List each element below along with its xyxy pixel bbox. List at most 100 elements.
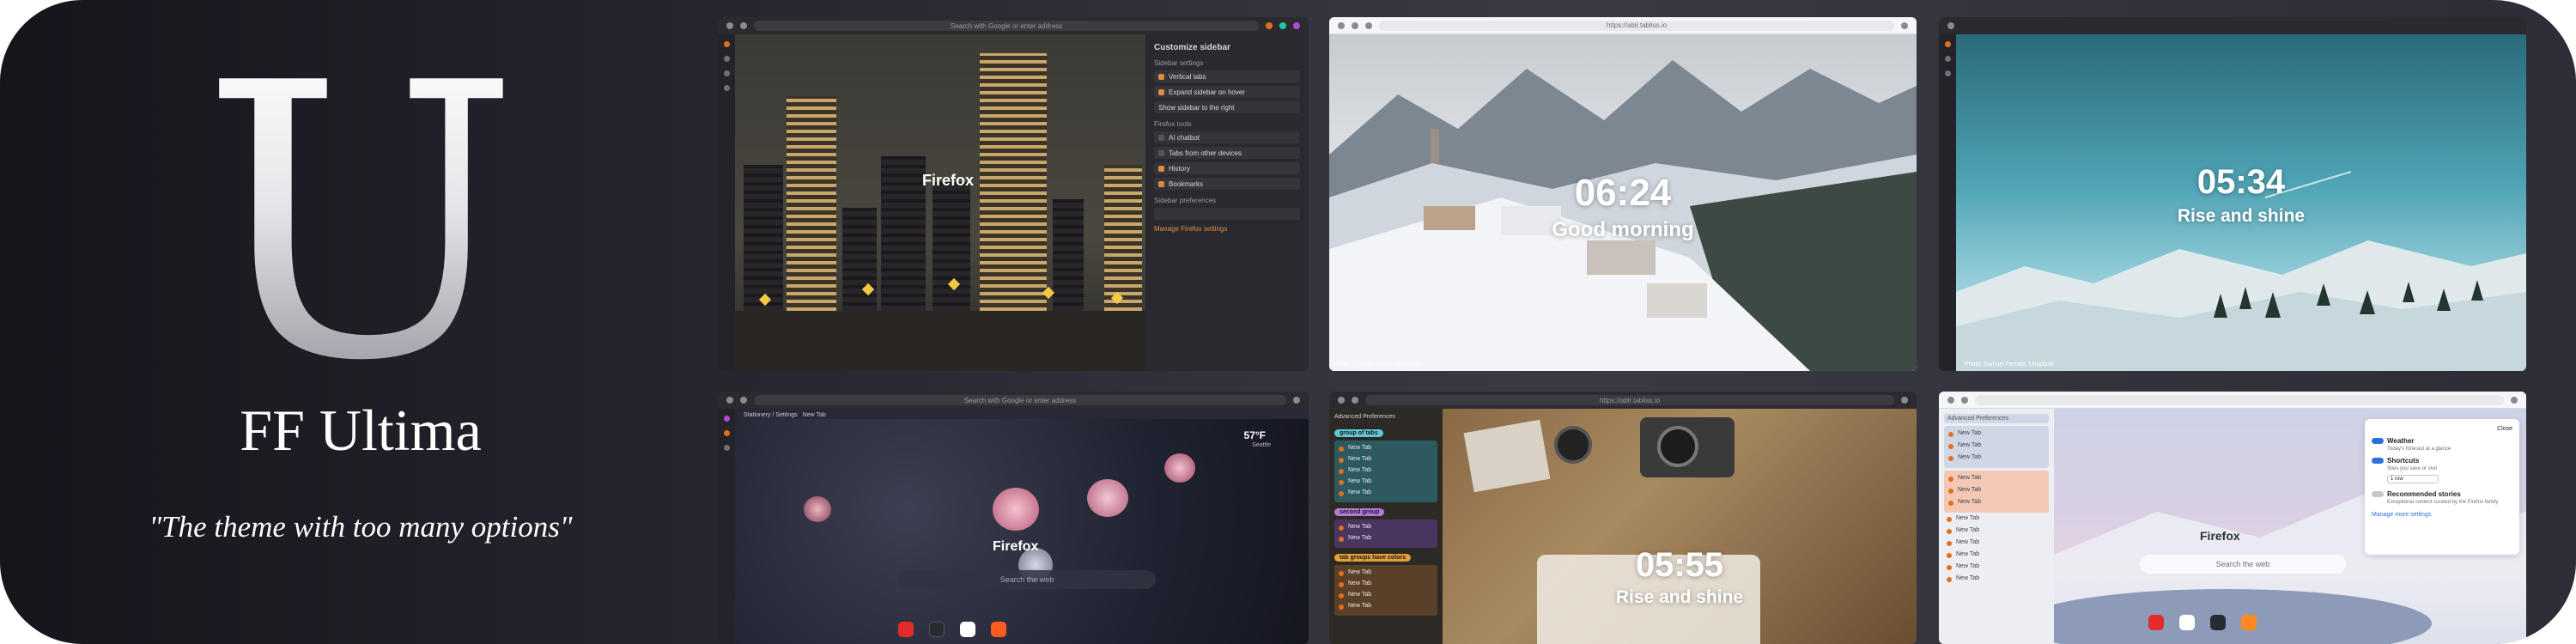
tab[interactable]: New Tab: [1336, 524, 1436, 532]
shortcut-icon[interactable]: [2210, 615, 2226, 630]
rows-select[interactable]: 1 row: [2387, 475, 2439, 483]
tab[interactable]: New Tab: [1946, 499, 2047, 508]
sidebar-icon[interactable]: [723, 416, 730, 422]
menu-icon[interactable]: [1901, 21, 1908, 29]
reload-icon[interactable]: [1352, 397, 1358, 404]
manage-settings-link[interactable]: Manage Firefox settings: [1154, 225, 1300, 233]
tab[interactable]: New Tab: [1946, 475, 2047, 484]
reload-icon[interactable]: [1961, 396, 1968, 404]
option-ai-chatbot[interactable]: AI chatbot: [1154, 131, 1300, 143]
tab[interactable]: New Tab: [1336, 569, 1436, 578]
tab-group-label[interactable]: tab groups have colors: [1334, 554, 1412, 562]
option-synced-tabs[interactable]: Tabs from other devices: [1154, 147, 1300, 159]
search-input[interactable]: Search the web: [898, 570, 1156, 589]
prefs-row[interactable]: [1154, 208, 1300, 220]
url-bar[interactable]: [1975, 394, 2504, 405]
forward-icon[interactable]: [1352, 21, 1358, 29]
url-bar[interactable]: https://ablr.tabliss.io: [1365, 395, 1894, 405]
option-show-right[interactable]: Show sidebar to the right: [1154, 101, 1300, 113]
tab[interactable]: New Tab: [1944, 527, 2049, 537]
url-bar[interactable]: Search with Google or enter address: [754, 395, 1286, 405]
photo-print: [1463, 419, 1551, 493]
tab-group-label[interactable]: group of tabs: [1334, 429, 1383, 437]
reload-icon[interactable]: [1365, 21, 1372, 29]
bookmark-icon[interactable]: [723, 445, 730, 451]
shortcut-icon[interactable]: [2241, 615, 2257, 630]
settings-icon[interactable]: [1947, 22, 1954, 29]
tab[interactable]: New Tab: [1336, 467, 1436, 476]
tab[interactable]: New Tab: [803, 412, 826, 418]
tab[interactable]: New Tab: [1336, 478, 1436, 487]
toggle-icon[interactable]: [2372, 438, 2384, 445]
option-desc: Sites you save or visit: [2387, 466, 2438, 471]
shortcut-icon[interactable]: [2179, 615, 2195, 630]
weather-place: Seattle: [1252, 442, 1271, 448]
browser-toolbar: https://ablr.tabliss.io: [1329, 17, 1917, 34]
extension-icon[interactable]: [1293, 397, 1300, 404]
back-icon[interactable]: [1947, 396, 1954, 404]
back-icon[interactable]: [726, 22, 733, 29]
weather-toggle-row[interactable]: Weather: [2372, 437, 2512, 445]
tab[interactable]: New Tab: [1944, 551, 2049, 561]
tab[interactable]: New Tab: [1944, 563, 2049, 573]
tab[interactable]: New Tab: [1946, 487, 2047, 496]
back-icon[interactable]: [1338, 397, 1345, 404]
tab[interactable]: New Tab: [1336, 456, 1436, 465]
back-icon[interactable]: [1338, 21, 1345, 29]
url-bar[interactable]: Search with Google or enter address: [754, 21, 1259, 31]
reload-icon[interactable]: [740, 397, 747, 404]
youtube-icon[interactable]: [2148, 615, 2164, 630]
tab[interactable]: New Tab: [1944, 575, 2049, 585]
youtube-icon[interactable]: [898, 622, 914, 637]
tab[interactable]: New Tab: [1946, 430, 2047, 440]
option-vertical-tabs[interactable]: Vertical tabs: [1154, 70, 1300, 82]
tab[interactable]: New Tab: [1336, 445, 1436, 453]
close-button[interactable]: Close: [2372, 426, 2512, 432]
extension-icon[interactable]: [1266, 22, 1273, 29]
history-icon[interactable]: [1944, 56, 1951, 62]
pinned-header[interactable]: Advanced Preferences: [1334, 414, 1437, 420]
tab[interactable]: New Tab: [1336, 580, 1436, 589]
extension-icon[interactable]: [1293, 22, 1300, 29]
toggle-icon[interactable]: [2372, 458, 2384, 465]
tab[interactable]: New Tab: [1336, 535, 1436, 544]
vertical-tabs: Advanced Preferences group of tabs New T…: [1329, 409, 1443, 644]
history-icon[interactable]: [723, 56, 730, 62]
tab[interactable]: New Tab: [1946, 442, 2047, 452]
shortcut-icon[interactable]: [960, 622, 975, 637]
toggle-icon[interactable]: [2372, 491, 2384, 498]
shortcut-icon[interactable]: [929, 622, 945, 637]
option-history[interactable]: History: [1154, 162, 1300, 174]
sidebar-strip: [718, 34, 735, 371]
tab[interactable]: New Tab: [1336, 489, 1436, 498]
back-icon[interactable]: [726, 397, 733, 404]
reload-icon[interactable]: [740, 22, 747, 29]
bookmark-icon[interactable]: [723, 70, 730, 76]
settings-icon[interactable]: [723, 85, 730, 91]
tab[interactable]: Stationery / Settings: [744, 412, 798, 418]
history-icon[interactable]: [723, 430, 730, 436]
search-input[interactable]: Search the web: [2140, 555, 2346, 574]
pinned-header[interactable]: Advanced Preferences: [1944, 414, 2049, 423]
url-bar[interactable]: https://ablr.tabliss.io: [1379, 20, 1894, 31]
option-bookmarks[interactable]: Bookmarks: [1154, 178, 1300, 190]
stories-toggle-row[interactable]: Recommended stories: [2372, 490, 2512, 498]
sidebar-strip: [1939, 34, 1956, 371]
manage-settings-link[interactable]: Manage more settings: [2372, 512, 2512, 518]
tab[interactable]: New Tab: [1946, 454, 2047, 464]
road: [735, 311, 1145, 371]
option-expand-hover[interactable]: Expand sidebar on hover: [1154, 86, 1300, 98]
shortcuts-toggle-row[interactable]: Shortcuts: [2372, 457, 2512, 465]
tab[interactable]: New Tab: [1944, 539, 2049, 549]
extension-icon[interactable]: [1279, 22, 1286, 29]
tab[interactable]: New Tab: [1336, 592, 1436, 600]
tab-group-label[interactable]: second group: [1334, 508, 1385, 516]
sidebar-icon[interactable]: [1944, 41, 1951, 47]
reddit-icon[interactable]: [991, 622, 1006, 637]
menu-icon[interactable]: [1901, 397, 1908, 404]
tab[interactable]: New Tab: [1944, 515, 2049, 525]
sidebar-icon[interactable]: [723, 41, 730, 47]
bookmark-icon[interactable]: [1944, 70, 1951, 76]
tab[interactable]: New Tab: [1336, 603, 1436, 611]
menu-icon[interactable]: [2511, 396, 2518, 404]
